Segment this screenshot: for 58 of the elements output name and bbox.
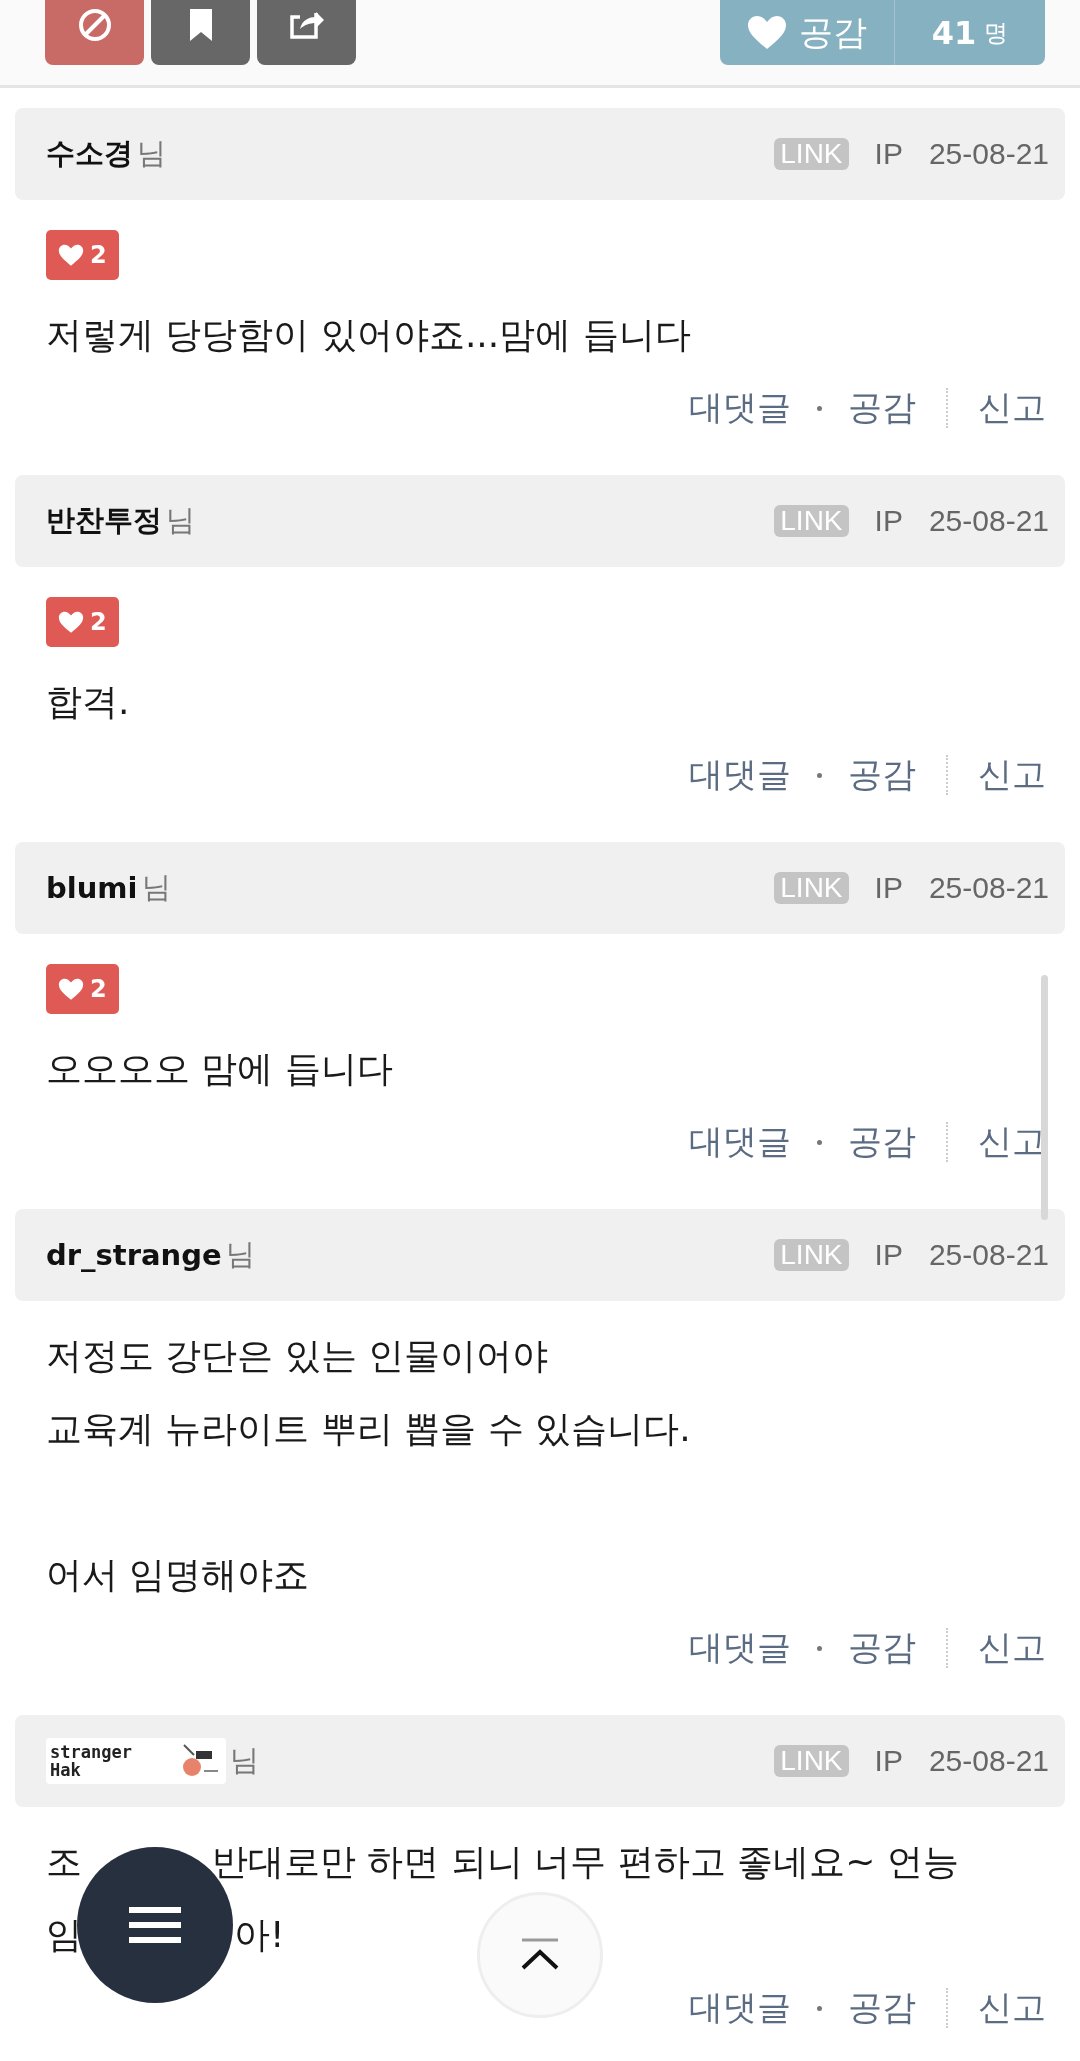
nickname-image[interactable]: stranger Hak	[46, 1738, 226, 1784]
report-link[interactable]: 신고	[972, 1985, 1052, 2031]
comment-text: 반대로만 하면 되니 너무 편하고 좋네요~ 언능	[212, 1840, 959, 1884]
comment-date: 25-08-21	[928, 137, 1049, 171]
honorific: 님	[137, 135, 166, 172]
heart-icon	[747, 15, 787, 51]
comment-date: 25-08-21	[928, 1238, 1049, 1272]
like-count-badge: 2	[46, 230, 119, 280]
like-link[interactable]: 공감	[842, 385, 922, 431]
ip-label: IP	[874, 504, 903, 538]
menu-icon	[129, 1905, 181, 1945]
reply-link[interactable]: 대댓글	[683, 1119, 797, 1165]
reply-link[interactable]: 대댓글	[683, 1985, 797, 2031]
like-link[interactable]: 공감	[842, 752, 922, 798]
nickname[interactable]: dr_strange	[46, 1238, 222, 1272]
comment-text: 임	[46, 1913, 82, 1957]
ip-label: IP	[874, 871, 903, 905]
ip-label: IP	[874, 1744, 903, 1778]
honorific: 님	[230, 1742, 259, 1779]
reply-link[interactable]: 대댓글	[683, 385, 797, 431]
comment-text: 저렇게 당당함이 있어야죠...맘에 듭니다	[46, 313, 691, 357]
comment-text: 아!	[234, 1913, 285, 1957]
like-link[interactable]: 공감	[842, 1985, 922, 2031]
honorific: 님	[225, 1236, 255, 1273]
report-link[interactable]: 신고	[972, 1625, 1052, 1671]
nickname[interactable]: blumi	[46, 871, 138, 905]
comment-date: 25-08-21	[928, 871, 1049, 905]
like-link[interactable]: 공감	[842, 1625, 922, 1671]
like-count-badge: 2	[46, 597, 119, 647]
honorific: 님	[141, 869, 171, 906]
ip-label: IP	[874, 137, 903, 171]
like-count-badge: 2	[46, 964, 119, 1014]
comment-text: 합격.	[46, 680, 130, 724]
reply-link[interactable]: 대댓글	[683, 752, 797, 798]
nickname[interactable]: 수소경	[46, 134, 133, 174]
reply-link[interactable]: 대댓글	[683, 1625, 797, 1671]
like-label: 공감	[799, 11, 867, 54]
nickname[interactable]: 반찬투정	[46, 501, 162, 541]
comment-date: 25-08-21	[928, 504, 1049, 538]
report-link[interactable]: 신고	[972, 385, 1052, 431]
comment-text: 조	[46, 1840, 82, 1884]
share-button[interactable]	[257, 0, 356, 65]
ip-label: IP	[874, 1238, 903, 1272]
report-link[interactable]: 신고	[972, 752, 1052, 798]
bookmark-button[interactable]	[151, 0, 250, 65]
report-link[interactable]: 신고	[972, 1119, 1052, 1165]
honorific: 님	[166, 502, 195, 539]
like-link[interactable]: 공감	[842, 1119, 922, 1165]
count-unit: 명	[984, 18, 1009, 49]
block-icon	[76, 7, 113, 43]
comment-text: 교육계 뉴라이트 뿌리 뽑을 수 있습니다.	[46, 1407, 691, 1451]
comment-text: 오오오오 맘에 듭니다	[46, 1047, 393, 1091]
comment-text: 어서 임명해야죠	[46, 1553, 310, 1597]
comment-date: 25-08-21	[928, 1744, 1049, 1778]
comment-text: 저정도 강단은 있는 인물이어야	[46, 1334, 549, 1378]
block-button[interactable]	[45, 0, 144, 65]
like-count: 41	[931, 14, 977, 52]
nickname-image-text: stranger Hak	[50, 1743, 132, 1779]
